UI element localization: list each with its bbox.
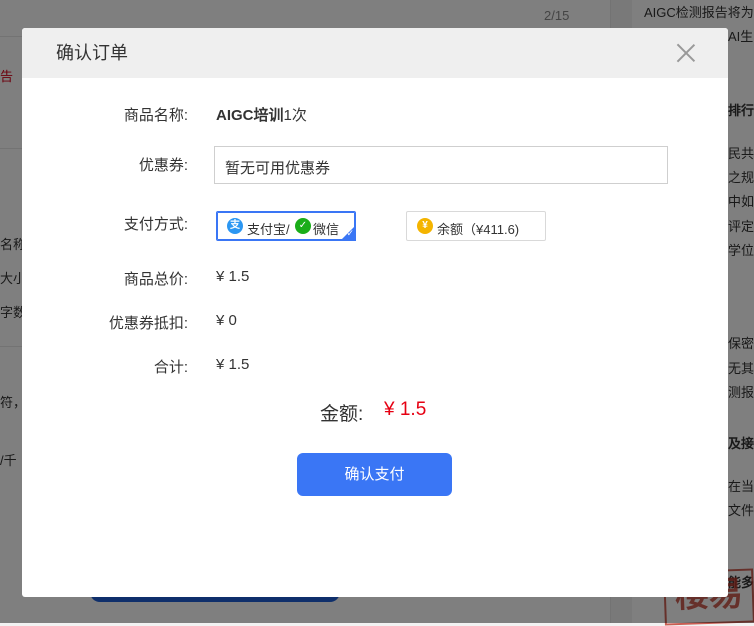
close-icon[interactable] — [676, 43, 696, 63]
payment-option-label: 支付宝/ — [247, 222, 290, 237]
payment-label: 支付方式: — [123, 216, 188, 233]
confirm-pay-button[interactable]: 确认支付 — [297, 453, 452, 496]
dialog-header: 确认订单 — [22, 28, 728, 78]
balance-icon: ¥ — [417, 218, 433, 234]
sum-label: 合计: — [153, 359, 188, 376]
product-name-label: 商品名称: — [123, 107, 188, 124]
wechat-icon: ✓ — [295, 218, 311, 234]
coupon-discount-label: 优惠券抵扣: — [108, 315, 188, 332]
payment-option-label-2: 微信 — [313, 222, 340, 237]
coupon-label: 优惠券: — [138, 157, 188, 174]
coupon-select[interactable]: 暂无可用优惠券 — [214, 146, 668, 184]
product-name-bold: AIGC培训 — [216, 107, 284, 124]
total-price-value: ¥ 1.5 — [216, 268, 250, 285]
payment-option-balance[interactable]: ¥ 余额（¥411.6) — [406, 211, 546, 241]
amount-value: ¥ 1.5 — [384, 399, 427, 420]
check-icon: ✓ — [346, 228, 354, 238]
confirm-order-dialog: 确认订单 商品名称: AIGC培训1次 优惠券: 暂无可用优惠券 支付方式: 支… — [22, 28, 728, 597]
payment-option-alipay-wechat[interactable]: 支 支付宝/ ✓ 微信 ✓ — [216, 211, 356, 241]
sum-value: ¥ 1.5 — [216, 356, 250, 373]
total-price-label: 商品总价: — [123, 271, 188, 288]
alipay-icon: 支 — [227, 218, 243, 234]
amount-label: 金额: — [320, 404, 364, 425]
coupon-row: 优惠券: 暂无可用优惠券 — [22, 146, 728, 184]
product-name-value: AIGC培训1次 — [216, 104, 307, 125]
payment-option-label: 余额（¥411.6) — [437, 222, 520, 237]
coupon-value: 暂无可用优惠券 — [225, 160, 331, 177]
payment-row: 支付方式: 支 支付宝/ ✓ 微信 ✓ ¥ 余额（¥411.6) — [22, 211, 728, 243]
coupon-discount-value: ¥ 0 — [216, 312, 237, 329]
product-name-suffix: 1次 — [283, 107, 307, 124]
dialog-title: 确认订单 — [56, 43, 128, 63]
